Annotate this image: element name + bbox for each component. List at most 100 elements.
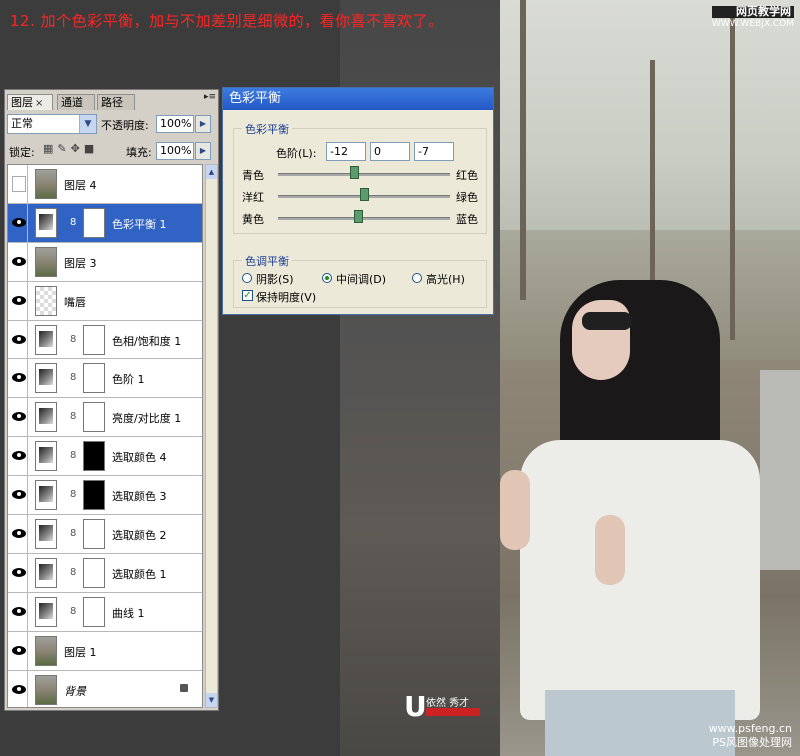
lock-brush-icon[interactable]: ✎ [57, 142, 70, 155]
visibility-toggle[interactable] [8, 359, 28, 398]
tab-channels[interactable]: 通道 [57, 94, 95, 110]
slider-thumb[interactable] [349, 166, 359, 179]
visibility-toggle[interactable] [8, 437, 28, 476]
curves-icon[interactable] [35, 596, 57, 627]
scroll-up-icon[interactable]: ▲ [206, 165, 217, 179]
visibility-toggle[interactable] [8, 398, 28, 437]
slider-thumb[interactable] [353, 210, 363, 223]
link-icon[interactable]: 8 [70, 489, 76, 500]
layer-thumbnail[interactable] [35, 674, 57, 705]
visibility-toggle[interactable] [8, 203, 28, 242]
layer-row[interactable]: 8 选取颜色 1 [8, 553, 202, 593]
close-icon[interactable]: × [35, 98, 43, 109]
layer-mask-thumbnail[interactable] [83, 402, 105, 433]
visibility-toggle[interactable] [8, 320, 28, 359]
visibility-toggle[interactable] [8, 592, 28, 631]
hue-saturation-icon[interactable] [35, 324, 57, 355]
lock-label: 锁定: [9, 146, 35, 159]
slider-right-label: 蓝色 [456, 213, 478, 226]
eye-icon [12, 684, 26, 694]
layer-row[interactable]: 8 色彩平衡 1 [8, 203, 202, 243]
lock-all-icon[interactable]: ■ [84, 142, 98, 155]
slider-track[interactable] [278, 173, 450, 176]
brightness-contrast-icon[interactable] [35, 402, 57, 433]
layer-row[interactable]: 图层 3 [8, 242, 202, 282]
layer-thumbnail[interactable] [35, 246, 57, 277]
level-cyan-red-input[interactable]: -12 [326, 142, 366, 161]
layer-row[interactable]: 图层 1 [8, 631, 202, 671]
visibility-toggle[interactable] [8, 165, 28, 203]
layer-row[interactable]: 8 选取颜色 4 [8, 437, 202, 477]
tab-layers[interactable]: 图层 × [7, 94, 53, 110]
scroll-down-icon[interactable]: ▼ [206, 693, 217, 707]
visibility-toggle[interactable] [8, 670, 28, 707]
link-icon[interactable]: 8 [70, 334, 76, 345]
layer-row[interactable]: 8 色阶 1 [8, 359, 202, 399]
layer-mask-thumbnail[interactable] [83, 441, 105, 472]
link-icon[interactable]: 8 [70, 528, 76, 539]
slider-thumb[interactable] [360, 188, 369, 201]
slider-left-label: 青色 [242, 169, 264, 182]
link-icon[interactable]: 8 [70, 606, 76, 617]
link-icon[interactable]: 8 [70, 567, 76, 578]
layer-mask-thumbnail[interactable] [83, 480, 105, 511]
preserve-luminosity-checkbox[interactable]: ✓ [242, 290, 253, 301]
layer-row[interactable]: 8 色相/饱和度 1 [8, 320, 202, 360]
visibility-toggle[interactable] [8, 281, 28, 320]
layer-row[interactable]: 图层 4 [8, 165, 202, 204]
fill-input[interactable]: 100% [156, 142, 194, 160]
layer-thumbnail[interactable] [35, 285, 57, 316]
layer-mask-thumbnail[interactable] [83, 363, 105, 394]
blend-mode-select[interactable]: 正常 ▼ [7, 114, 97, 134]
layer-row[interactable]: 8 亮度/对比度 1 [8, 398, 202, 438]
visibility-toggle[interactable] [8, 476, 28, 515]
opacity-input[interactable]: 100% [156, 115, 194, 133]
link-icon[interactable]: 8 [70, 450, 76, 461]
opacity-slider-button[interactable]: ▶ [195, 115, 211, 133]
layer-mask-thumbnail[interactable] [83, 557, 105, 588]
link-icon[interactable]: 8 [70, 217, 76, 228]
signature-text: 依然 秀才 [426, 698, 470, 709]
layer-row[interactable]: 8 选取颜色 2 [8, 515, 202, 554]
layer-mask-thumbnail[interactable] [83, 519, 105, 550]
visibility-toggle[interactable] [8, 242, 28, 281]
link-icon[interactable]: 8 [70, 372, 76, 383]
panel-menu-icon[interactable]: ▸≡ [204, 92, 216, 102]
slider-track[interactable] [278, 217, 450, 220]
color-balance-icon[interactable] [35, 207, 57, 238]
eye-icon [12, 295, 26, 305]
fill-slider-button[interactable]: ▶ [195, 142, 211, 160]
layer-row[interactable]: 背景 [8, 670, 202, 707]
tab-paths[interactable]: 路径 [97, 94, 135, 110]
levels-icon[interactable] [35, 363, 57, 394]
visibility-toggle[interactable] [8, 515, 28, 553]
selective-color-icon[interactable] [35, 480, 57, 511]
level-magenta-green-input[interactable]: 0 [370, 142, 410, 161]
level-yellow-blue-input[interactable]: -7 [414, 142, 454, 161]
layer-thumbnail[interactable] [35, 169, 57, 199]
selective-color-icon[interactable] [35, 441, 57, 472]
layers-scrollbar[interactable]: ▲ ▼ [205, 164, 218, 708]
link-icon[interactable]: 8 [70, 411, 76, 422]
panel-tabs: 图层 × 通道 路径 ▸≡ [5, 92, 218, 110]
layer-mask-thumbnail[interactable] [83, 207, 105, 238]
selective-color-icon[interactable] [35, 519, 57, 550]
lock-move-icon[interactable]: ✥ [71, 142, 84, 155]
visibility-toggle[interactable] [8, 553, 28, 592]
tone-radio[interactable] [412, 273, 422, 283]
tone-radio[interactable] [242, 273, 252, 283]
visibility-toggle[interactable] [8, 631, 28, 670]
lock-transparency-icon[interactable]: ▦ [43, 142, 57, 155]
layer-mask-thumbnail[interactable] [83, 596, 105, 627]
layer-thumbnail[interactable] [35, 635, 57, 666]
layer-row[interactable]: 8 选取颜色 3 [8, 476, 202, 516]
color-balance-group: 色彩平衡 色阶(L): -12 0 -7 青色 红色 洋红 绿色 黄色 蓝色 [233, 121, 487, 234]
photo-girl-sunglasses [582, 312, 632, 330]
layer-row[interactable]: 嘴唇 [8, 281, 202, 321]
tone-balance-group-title: 色调平衡 [242, 253, 292, 269]
tone-radio[interactable] [322, 273, 332, 283]
selective-color-icon[interactable] [35, 557, 57, 588]
layer-mask-thumbnail[interactable] [83, 324, 105, 355]
eye-icon [12, 645, 26, 655]
layer-row[interactable]: 8 曲线 1 [8, 592, 202, 632]
